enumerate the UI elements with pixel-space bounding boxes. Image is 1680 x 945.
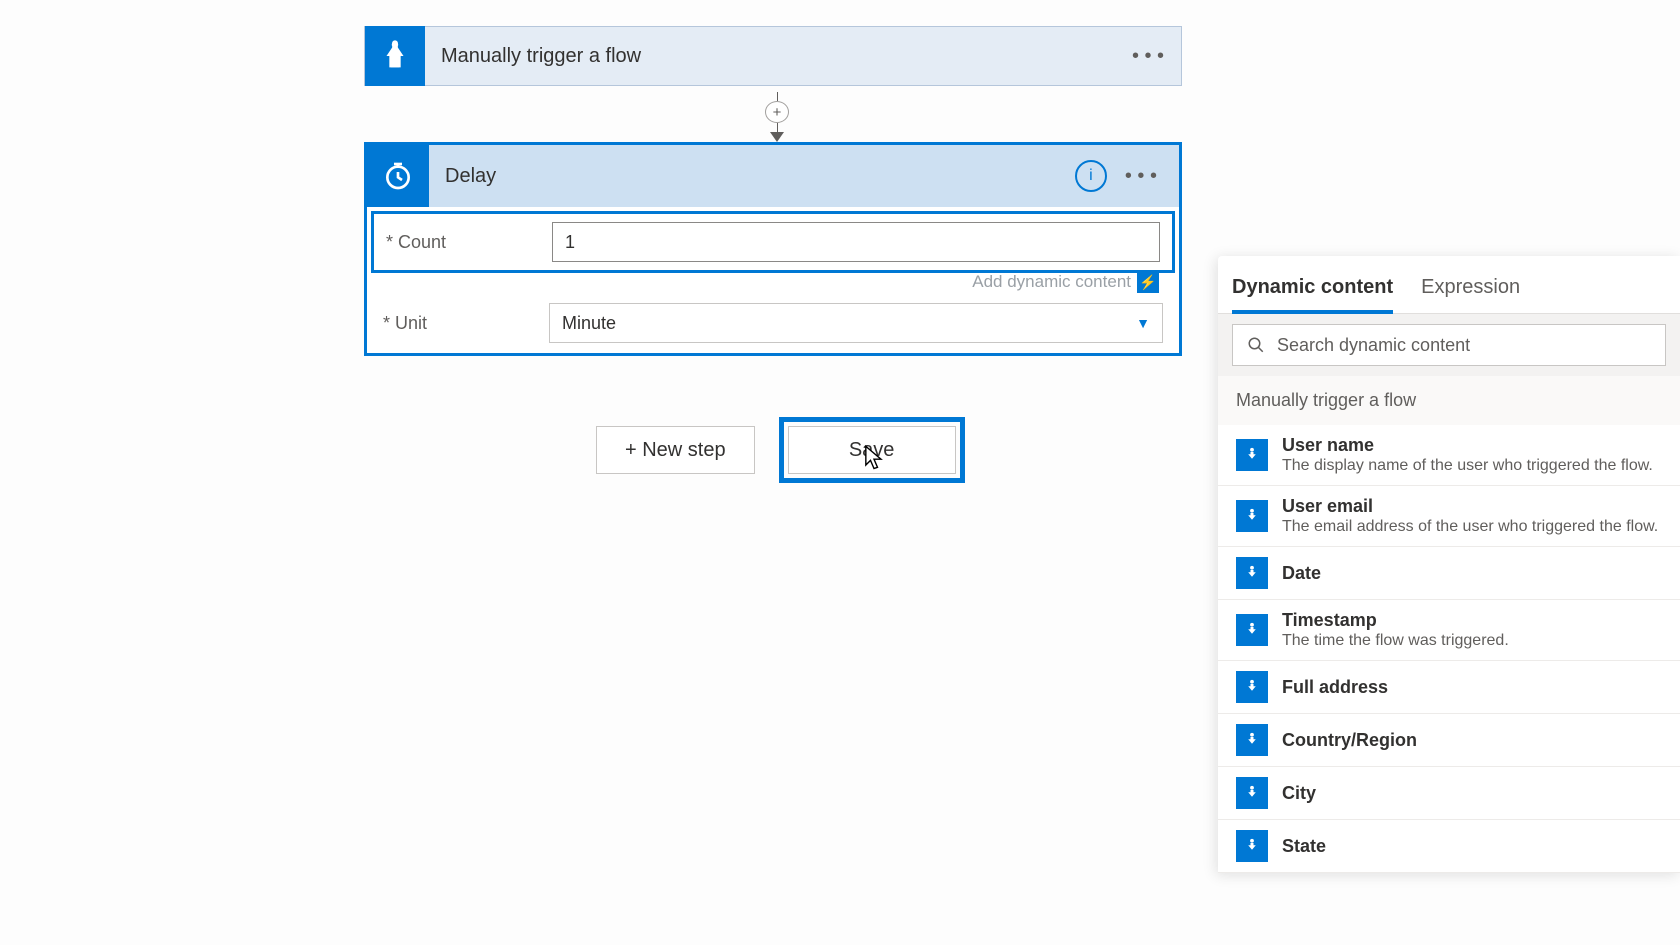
dc-item[interactable]: Full address — [1218, 661, 1680, 714]
tab-dynamic-content[interactable]: Dynamic content — [1232, 268, 1393, 313]
tab-expression[interactable]: Expression — [1421, 268, 1520, 313]
dc-item[interactable]: User nameThe display name of the user wh… — [1218, 425, 1680, 486]
add-step-icon[interactable]: + — [765, 101, 789, 123]
info-icon[interactable]: i — [1075, 160, 1107, 192]
dc-item-title: User name — [1282, 435, 1662, 456]
touch-icon — [1236, 500, 1268, 532]
touch-icon — [1236, 830, 1268, 862]
delay-action-card: Delay i • • • * Count Add dynamic conten… — [364, 142, 1182, 356]
dc-search-wrap: Search dynamic content — [1218, 314, 1680, 376]
save-button[interactable]: Save — [788, 426, 956, 474]
trigger-title: Manually trigger a flow — [425, 45, 1127, 68]
delay-icon — [367, 145, 429, 207]
touch-icon — [1236, 614, 1268, 646]
save-highlight: Save — [779, 417, 965, 483]
touch-icon — [1236, 671, 1268, 703]
dc-item-list: User nameThe display name of the user wh… — [1218, 425, 1680, 873]
trigger-card[interactable]: Manually trigger a flow • • • — [364, 26, 1182, 86]
dc-item[interactable]: User emailThe email address of the user … — [1218, 486, 1680, 547]
new-step-button[interactable]: + New step — [596, 426, 755, 474]
dynamic-content-panel: Dynamic content Expression Search dynami… — [1218, 256, 1680, 873]
trigger-menu-icon[interactable]: • • • — [1127, 45, 1169, 68]
trigger-icon — [365, 26, 425, 86]
count-input[interactable] — [552, 222, 1160, 262]
dc-item-title: State — [1282, 836, 1662, 857]
unit-row: * Unit Minute ▼ — [367, 293, 1179, 353]
dc-item-title: Country/Region — [1282, 730, 1662, 751]
touch-icon — [1236, 439, 1268, 471]
count-row: * Count — [371, 211, 1175, 273]
unit-value: Minute — [562, 313, 616, 334]
dc-item[interactable]: Country/Region — [1218, 714, 1680, 767]
dc-item[interactable]: City — [1218, 767, 1680, 820]
dc-item-desc: The email address of the user who trigge… — [1282, 518, 1662, 536]
dynamic-content-badge-icon: ⚡ — [1137, 271, 1159, 293]
unit-select[interactable]: Minute ▼ — [549, 303, 1163, 343]
footer-buttons: + New step Save — [596, 417, 965, 483]
touch-icon — [1236, 724, 1268, 756]
dc-search-input[interactable]: Search dynamic content — [1232, 324, 1666, 366]
unit-label: * Unit — [383, 313, 541, 334]
touch-icon — [1236, 557, 1268, 589]
dc-item-title: Full address — [1282, 677, 1662, 698]
add-dynamic-content-link[interactable]: Add dynamic content ⚡ — [367, 271, 1179, 293]
touch-icon — [1236, 777, 1268, 809]
dc-item[interactable]: TimestampThe time the flow was triggered… — [1218, 600, 1680, 661]
dc-item-desc: The time the flow was triggered. — [1282, 632, 1662, 650]
delay-title: Delay — [429, 165, 1075, 188]
delay-header[interactable]: Delay i • • • — [367, 145, 1179, 207]
dc-item[interactable]: Date — [1218, 547, 1680, 600]
arrow-down-icon — [770, 132, 784, 142]
dc-item[interactable]: State — [1218, 820, 1680, 873]
count-label: * Count — [386, 232, 544, 253]
dc-item-desc: The display name of the user who trigger… — [1282, 457, 1662, 475]
dc-item-title: Timestamp — [1282, 610, 1662, 631]
dc-item-title: Date — [1282, 563, 1662, 584]
dc-group-header: Manually trigger a flow — [1218, 376, 1680, 425]
connector: + — [766, 92, 788, 142]
dc-search-placeholder: Search dynamic content — [1277, 335, 1470, 356]
chevron-down-icon: ▼ — [1136, 315, 1150, 331]
dc-item-title: City — [1282, 783, 1662, 804]
delay-menu-icon[interactable]: • • • — [1125, 165, 1157, 188]
search-icon — [1247, 336, 1265, 354]
dc-item-title: User email — [1282, 496, 1662, 517]
dc-tabs: Dynamic content Expression — [1218, 256, 1680, 314]
